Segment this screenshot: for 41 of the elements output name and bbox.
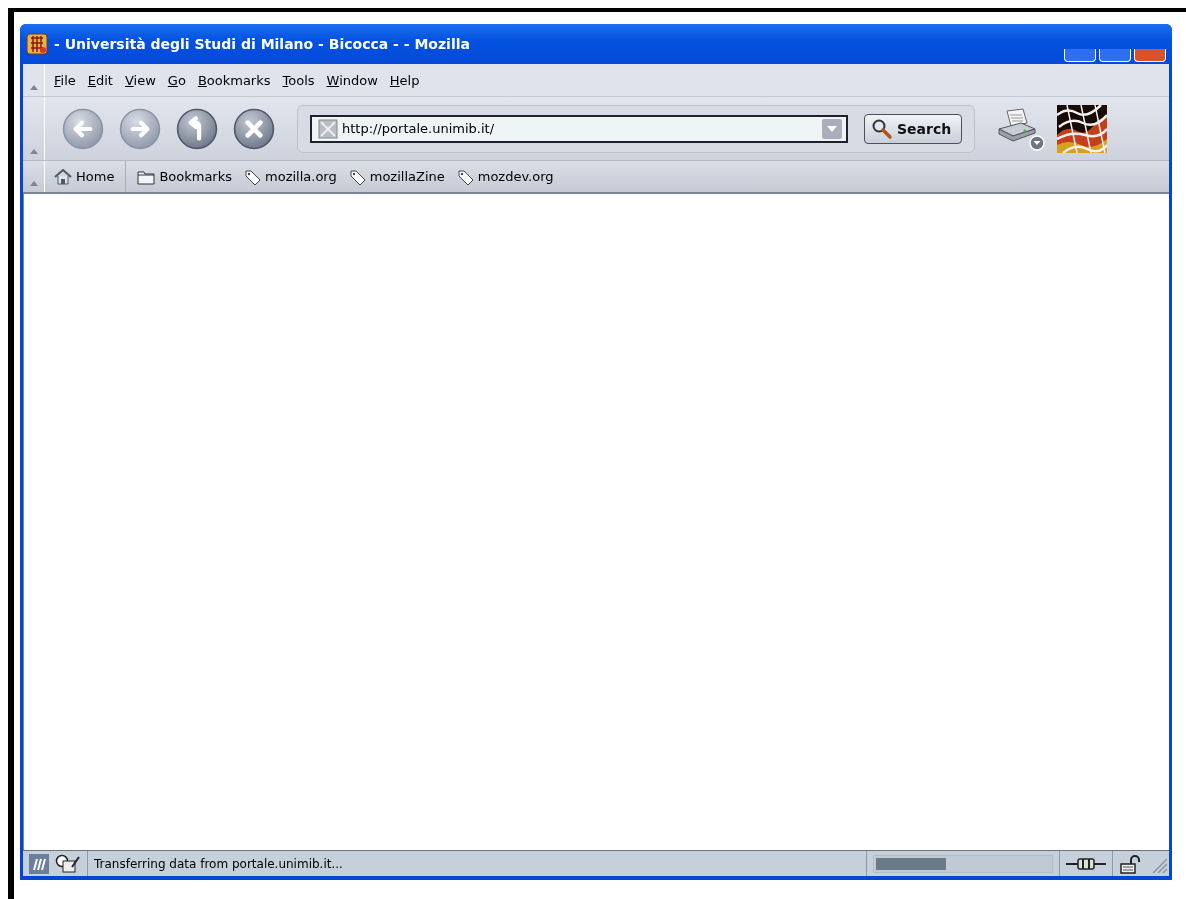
search-button[interactable]: Search bbox=[864, 113, 963, 144]
menu-item[interactable]: Tools bbox=[277, 70, 320, 90]
collapse-grip-icon[interactable] bbox=[28, 84, 39, 90]
minimize-button[interactable] bbox=[1064, 49, 1096, 62]
menu-item[interactable]: Bookmarks bbox=[192, 70, 276, 90]
folder-icon bbox=[137, 168, 156, 185]
house-icon bbox=[54, 168, 72, 185]
online-icon[interactable] bbox=[1066, 855, 1106, 872]
tag-icon bbox=[456, 168, 474, 185]
bookmark-link[interactable]: mozdev.org bbox=[453, 166, 557, 187]
bookmark-link[interactable]: mozilla.org bbox=[241, 166, 340, 187]
mail-icon[interactable] bbox=[29, 853, 49, 874]
menu-item[interactable]: Edit bbox=[82, 70, 118, 90]
maximize-button[interactable] bbox=[1099, 49, 1131, 62]
menu-item[interactable]: File bbox=[49, 70, 81, 90]
dropdown-icon[interactable] bbox=[822, 118, 842, 139]
collapse-grip-icon[interactable] bbox=[28, 148, 39, 154]
window-title: - Università degli Studi di Milano - Bicocca - - Mozilla bbox=[54, 36, 471, 52]
tag-icon bbox=[348, 168, 366, 185]
menu-item[interactable]: Go bbox=[162, 70, 191, 90]
menu-item[interactable]: View bbox=[119, 70, 161, 90]
printer-icon[interactable] bbox=[995, 106, 1046, 151]
menu-item[interactable]: Help bbox=[384, 70, 425, 90]
app-icon bbox=[26, 33, 48, 55]
close-button[interactable] bbox=[1134, 49, 1166, 62]
throbber-icon bbox=[1057, 104, 1108, 153]
composer-icon[interactable] bbox=[55, 853, 81, 874]
unlocked-padlock-icon[interactable] bbox=[1119, 853, 1141, 874]
bookmarks-button[interactable]: Bookmarks bbox=[134, 166, 236, 187]
bookmark-link[interactable]: mozillaZine bbox=[345, 166, 448, 187]
url-bar[interactable]: http://portale.unimib.it/ bbox=[310, 114, 848, 143]
stop-button[interactable] bbox=[233, 107, 275, 150]
collapse-grip-icon[interactable] bbox=[28, 180, 39, 186]
status-text: Transferring data from portale.unimib.it... bbox=[94, 856, 343, 871]
page-icon bbox=[318, 118, 338, 139]
tag-icon bbox=[244, 168, 262, 185]
home-button[interactable]: Home bbox=[51, 166, 118, 187]
menu-item[interactable]: Window bbox=[321, 70, 383, 90]
search-icon bbox=[871, 117, 893, 140]
address-field[interactable]: http://portale.unimib.it/ bbox=[342, 121, 818, 136]
reload-button[interactable] bbox=[176, 107, 218, 150]
